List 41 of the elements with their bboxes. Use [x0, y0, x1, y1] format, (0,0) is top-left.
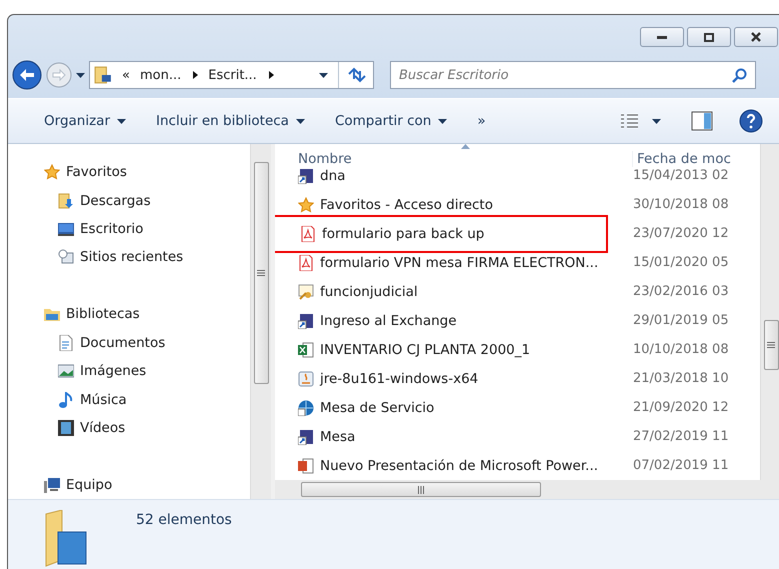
date-cell: 07/02/2019 11 — [633, 458, 729, 473]
sidebar-item[interactable]: Bibliotecas — [44, 300, 250, 329]
sidebar-item[interactable]: Imágenes — [44, 356, 250, 386]
sidebar-item[interactable]: Sitios recientes — [44, 243, 250, 272]
date-cell: 30/10/2018 08 — [633, 197, 729, 212]
file-item[interactable]: Ingreso al Exchange — [275, 306, 612, 335]
sidebar-item[interactable]: Escritorio — [44, 214, 250, 244]
column-header[interactable]: Fecha de moc — [633, 151, 731, 167]
sidebar-item[interactable]: Música — [44, 385, 250, 414]
date-cell: 21/03/2018 10 — [633, 371, 729, 386]
toolbar-button[interactable]: » — [469, 109, 494, 133]
date-cell: 29/01/2019 05 — [633, 313, 729, 328]
breadcrumb[interactable]: Escrit... — [208, 68, 257, 82]
toolbar-button[interactable]: Incluir en biblioteca — [148, 109, 313, 133]
status-text: 52 elementos — [136, 512, 232, 528]
date-cell: 15/04/2013 02 — [633, 168, 729, 183]
date-cell: 15/01/2020 05 — [633, 255, 729, 270]
file-item[interactable]: Mesa — [275, 422, 612, 451]
file-item[interactable]: funcionjudicial — [275, 277, 612, 306]
date-cell: 21/09/2020 12 — [633, 400, 729, 415]
file-item[interactable]: INVENTARIO CJ PLANTA 2000_1 — [275, 335, 612, 364]
date-cell: 23/07/2020 12 — [633, 226, 729, 241]
file-item[interactable]: jre-8u161-windows-x64 — [275, 364, 612, 393]
sidebar-item[interactable]: Equipo — [44, 470, 250, 500]
date-cell: 23/02/2016 03 — [633, 284, 729, 299]
toolbar-button[interactable]: Compartir con — [326, 109, 456, 133]
sidebar-item[interactable]: Documentos — [44, 328, 250, 357]
address-bar[interactable]: « mon... Escrit... — [89, 61, 374, 89]
column-header[interactable]: Nombre — [275, 151, 633, 167]
search-field[interactable]: Buscar Escritorio — [390, 61, 756, 89]
file-item[interactable]: Nuevo Presentación de Microsoft Power... — [275, 451, 612, 480]
date-cell: 10/10/2018 08 — [633, 342, 729, 357]
sidebar-item[interactable]: Vídeos — [44, 414, 250, 442]
highlighted-file-item[interactable]: formulario para back up — [275, 214, 608, 252]
breadcrumb[interactable]: mon... — [140, 68, 182, 82]
sidebar-item[interactable]: Descargas — [44, 186, 250, 215]
breadcrumb[interactable]: « — [122, 68, 130, 82]
sidebar-item[interactable]: Favoritos — [44, 158, 250, 186]
toolbar-button[interactable]: Organizar — [36, 109, 134, 133]
file-item[interactable]: Mesa de Servicio — [275, 393, 612, 422]
date-cell: 27/02/2019 11 — [633, 429, 729, 444]
